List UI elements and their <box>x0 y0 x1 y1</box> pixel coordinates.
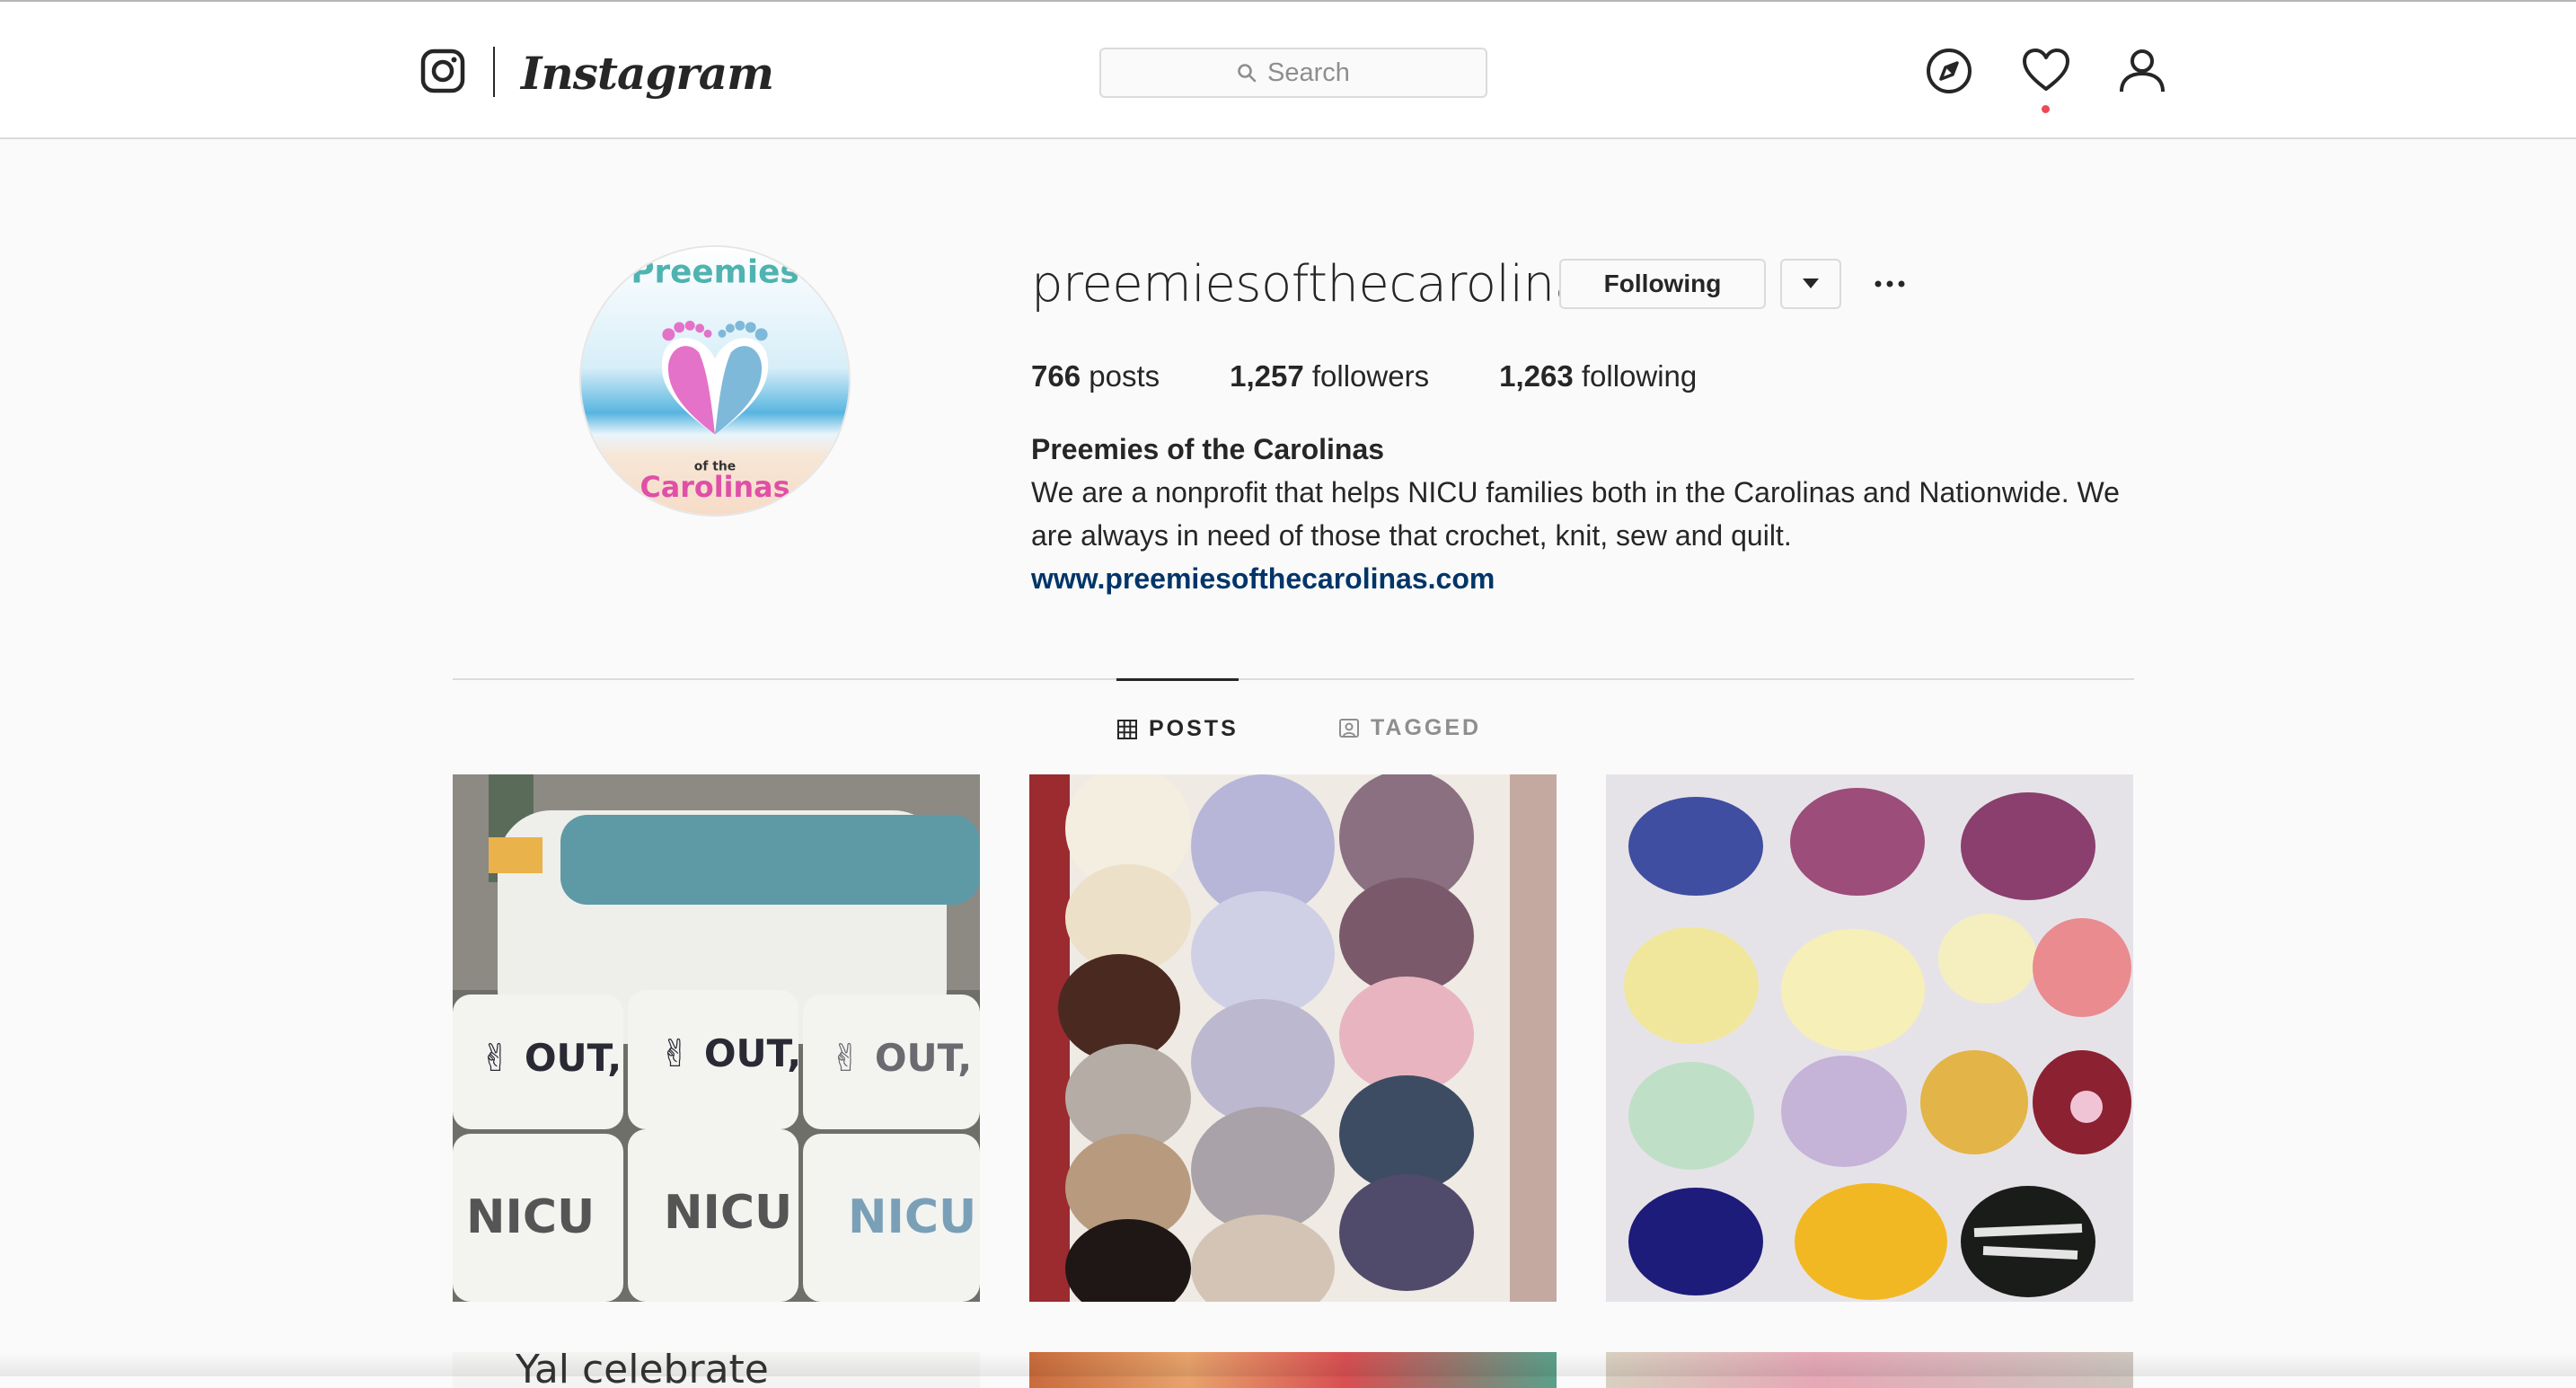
suggestions-dropdown-button[interactable] <box>1780 259 1841 309</box>
svg-text:NICU: NICU <box>466 1190 595 1244</box>
more-options-icon <box>1875 280 1905 287</box>
svg-text:NICU: NICU <box>848 1190 976 1244</box>
search-icon <box>1238 64 1257 83</box>
stat-posts: 766 posts <box>1031 359 1160 393</box>
tabs-divider <box>453 678 2134 680</box>
brand-divider <box>493 47 495 97</box>
stat-followers[interactable]: 1,257 followers <box>1230 355 1429 398</box>
tab-posts-label: POSTS <box>1149 716 1239 741</box>
post-image-onesies: ✌ OUT, ✌ OUT, ✌ OUT, NICU NICU NICU <box>453 774 980 1302</box>
profile-username: preemiesofthecarolinas <box>1031 255 1611 314</box>
profile-avatar[interactable]: Preemies of the Carolinas <box>579 245 851 517</box>
post-image-bear-hats <box>1606 774 2133 1302</box>
options-button[interactable] <box>1870 268 1910 300</box>
stat-following[interactable]: 1,263 following <box>1499 355 1697 398</box>
post-thumbnail[interactable] <box>1029 774 1557 1302</box>
tagged-person-icon <box>1339 719 1359 738</box>
person-icon[interactable] <box>2118 47 2166 95</box>
caret-down-icon <box>1803 278 1819 288</box>
compass-icon[interactable] <box>1925 47 1973 95</box>
svg-text:✌ OUT,: ✌ OUT, <box>830 1036 972 1080</box>
top-navigation-bar: Instagram Search <box>0 0 2576 139</box>
profile-stats: 766 posts 1,257 followers 1,263 followin… <box>1031 355 1697 398</box>
instagram-glyph-icon[interactable] <box>420 49 465 93</box>
grid-icon <box>1117 719 1137 739</box>
post-thumbnail[interactable] <box>1606 1352 2133 1388</box>
profile-bio: Preemies of the Carolinas We are a nonpr… <box>1031 428 2145 600</box>
post-thumbnail[interactable]: Yal celebrate <box>453 1352 980 1388</box>
tab-tagged-label: TAGGED <box>1371 714 1482 740</box>
post-image-crochet-hats <box>1029 774 1557 1302</box>
search-placeholder: Search <box>1267 57 1350 87</box>
instagram-wordmark[interactable]: Instagram <box>521 38 774 110</box>
preemies-logo: Preemies of the Carolinas <box>581 247 849 515</box>
following-button[interactable]: Following <box>1559 259 1766 309</box>
bio-website-link[interactable]: www.preemiesofthecarolinas.com <box>1031 557 2145 600</box>
svg-text:NICU: NICU <box>664 1186 792 1240</box>
svg-text:✌ OUT,: ✌ OUT, <box>659 1031 801 1075</box>
svg-text:✌ OUT,: ✌ OUT, <box>480 1036 622 1080</box>
post-thumbnail[interactable] <box>1606 774 2133 1302</box>
search-input[interactable]: Search <box>1099 48 1487 98</box>
bio-text: We are a nonprofit that helps NICU famil… <box>1031 476 2120 552</box>
notification-dot <box>2042 105 2050 113</box>
logo-bottom-word: Carolinas <box>640 472 790 504</box>
logo-top-word: Preemies <box>631 254 798 291</box>
bio-full-name: Preemies of the Carolinas <box>1031 433 1385 465</box>
post-thumbnail[interactable] <box>1029 1352 1557 1388</box>
tab-posts[interactable]: POSTS <box>1116 678 1239 777</box>
post-thumbnail[interactable]: ✌ OUT, ✌ OUT, ✌ OUT, NICU NICU NICU <box>453 774 980 1302</box>
heart-icon[interactable] <box>2022 47 2070 95</box>
tab-tagged[interactable]: TAGGED <box>1338 678 1481 777</box>
post-caption-fragment: Yal celebrate <box>516 1352 769 1388</box>
